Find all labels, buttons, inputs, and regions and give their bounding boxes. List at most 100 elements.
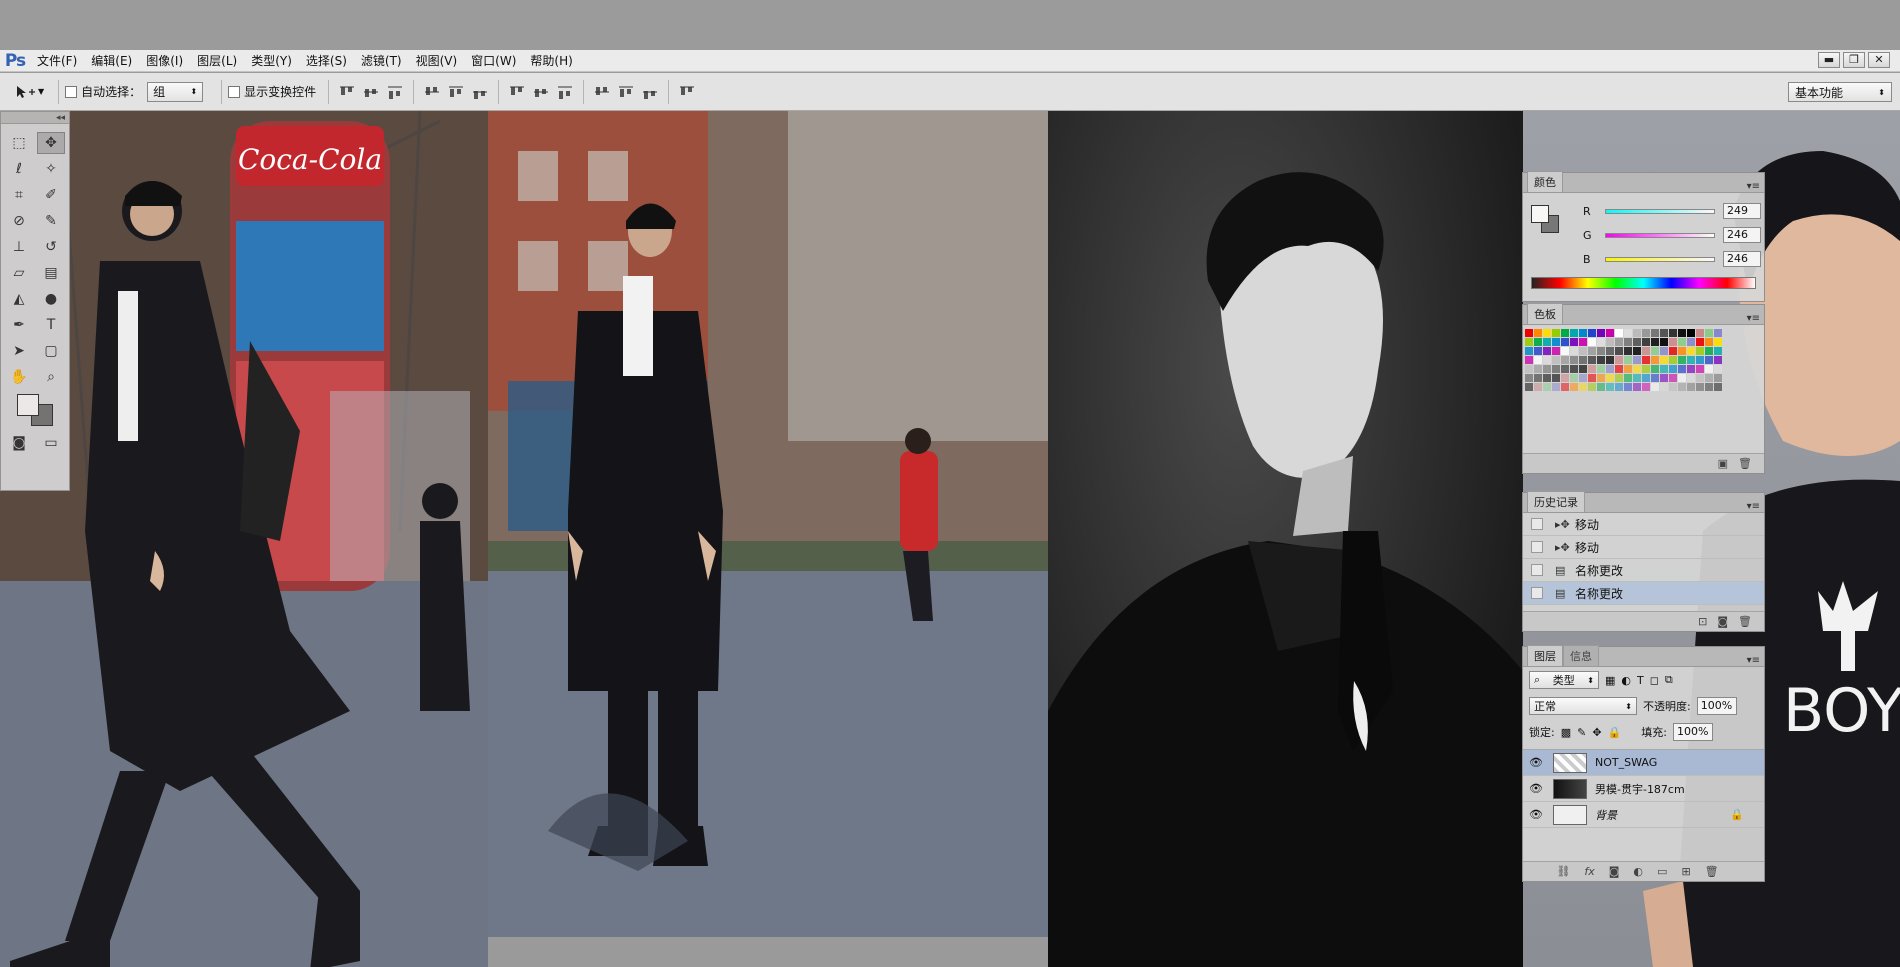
swatch[interactable] [1669, 347, 1677, 355]
swatch[interactable] [1525, 374, 1533, 382]
swatch[interactable] [1633, 356, 1641, 364]
color-spectrum-ramp[interactable] [1531, 277, 1756, 289]
swatch[interactable] [1552, 329, 1560, 337]
lasso-tool-icon[interactable]: ℓ [5, 158, 33, 180]
swatch[interactable] [1633, 374, 1641, 382]
swatch[interactable] [1633, 365, 1641, 373]
opacity-input[interactable]: 100% [1696, 697, 1737, 715]
pen-tool-icon[interactable]: ✒ [5, 314, 33, 336]
swatch[interactable] [1678, 365, 1686, 373]
swatch[interactable] [1588, 365, 1596, 373]
swatch[interactable] [1687, 374, 1695, 382]
swatch[interactable] [1624, 365, 1632, 373]
swatch[interactable] [1678, 338, 1686, 346]
align-left-edges-icon[interactable] [423, 83, 441, 101]
filter-type-icon[interactable]: T [1637, 674, 1644, 687]
swatch[interactable] [1561, 338, 1569, 346]
history-brush-source[interactable] [1531, 518, 1543, 530]
filter-pixel-icon[interactable]: ▦ [1605, 674, 1615, 687]
swatch[interactable] [1588, 338, 1596, 346]
align-horizontal-centers-icon[interactable] [447, 83, 465, 101]
panel-menu-icon[interactable]: ▾≡ [1747, 181, 1760, 192]
hand-tool-icon[interactable]: ✋ [5, 366, 33, 388]
marquee-tool-icon[interactable]: ⬚ [5, 132, 33, 154]
swatch[interactable] [1552, 347, 1560, 355]
gradient-tool-icon[interactable]: ▤ [37, 262, 65, 284]
distribute-right-icon[interactable] [641, 83, 659, 101]
swatch[interactable] [1597, 338, 1605, 346]
swatch[interactable] [1525, 365, 1533, 373]
swatch[interactable] [1624, 347, 1632, 355]
lock-all-icon[interactable]: 🔒 [1608, 726, 1622, 739]
swatch[interactable] [1597, 374, 1605, 382]
collapse-icon[interactable]: ◂◂ [56, 113, 65, 123]
menu-item[interactable]: 类型(Y) [244, 50, 299, 72]
swatch[interactable] [1525, 347, 1533, 355]
align-right-edges-icon[interactable] [471, 83, 489, 101]
layer-row[interactable]: 👁 男模-贯宇-187cm [1523, 776, 1764, 802]
tab-swatches[interactable]: 色板 [1527, 303, 1563, 324]
visibility-eye-icon[interactable]: 👁 [1527, 782, 1545, 795]
swatch[interactable] [1705, 365, 1713, 373]
swatch[interactable] [1642, 338, 1650, 346]
swatch[interactable] [1606, 329, 1614, 337]
swatch[interactable] [1696, 338, 1704, 346]
swatch[interactable] [1579, 329, 1587, 337]
swatch[interactable] [1660, 374, 1668, 382]
swatch[interactable] [1561, 383, 1569, 391]
swatch[interactable] [1669, 338, 1677, 346]
swatch[interactable] [1561, 365, 1569, 373]
align-bottom-edges-icon[interactable] [386, 83, 404, 101]
show-transform-checkbox[interactable] [228, 85, 241, 98]
swatch[interactable] [1561, 347, 1569, 355]
swatch[interactable] [1714, 329, 1722, 337]
swatch[interactable] [1579, 365, 1587, 373]
swatch[interactable] [1624, 383, 1632, 391]
menu-item[interactable]: 文件(F) [30, 50, 84, 72]
swatch[interactable] [1561, 356, 1569, 364]
swatch[interactable] [1687, 383, 1695, 391]
swatch[interactable] [1570, 374, 1578, 382]
swatch[interactable] [1705, 347, 1713, 355]
swatch[interactable] [1552, 374, 1560, 382]
foreground-color-swatch[interactable] [17, 394, 39, 416]
swatch[interactable] [1696, 374, 1704, 382]
swatch[interactable] [1543, 338, 1551, 346]
distribute-left-icon[interactable] [593, 83, 611, 101]
swatch[interactable] [1714, 383, 1722, 391]
swatch[interactable] [1615, 329, 1623, 337]
swatch[interactable] [1651, 374, 1659, 382]
screen-mode-icon[interactable]: ▭ [37, 432, 65, 454]
swatch[interactable] [1642, 365, 1650, 373]
tab-info[interactable]: 信息 [1563, 645, 1599, 666]
visibility-eye-icon[interactable]: 👁 [1527, 756, 1545, 769]
workspace-switcher[interactable]: 基本功能 ⬍ [1788, 82, 1892, 102]
layer-mask-icon[interactable]: ◙ [1609, 865, 1620, 878]
blur-tool-icon[interactable]: ◭ [5, 288, 33, 310]
swatch[interactable] [1534, 374, 1542, 382]
swatch[interactable] [1687, 365, 1695, 373]
swatch[interactable] [1651, 329, 1659, 337]
layer-filter-dropdown[interactable]: ⌕ 类型 ⬍ [1529, 671, 1599, 689]
lock-image-icon[interactable]: ✎ [1577, 726, 1586, 739]
auto-select-dropdown[interactable]: 组 ⬍ [147, 81, 204, 102]
swatch[interactable] [1696, 329, 1704, 337]
distribute-horizontal-centers-icon[interactable] [617, 83, 635, 101]
swatch[interactable] [1624, 338, 1632, 346]
swatch[interactable] [1561, 374, 1569, 382]
swatch[interactable] [1534, 356, 1542, 364]
trash-icon[interactable]: 🗑 [1705, 865, 1719, 878]
swatch[interactable] [1525, 356, 1533, 364]
restore-button[interactable]: ❐ [1843, 52, 1865, 68]
swatch[interactable] [1615, 365, 1623, 373]
swatch[interactable] [1678, 347, 1686, 355]
swatch[interactable] [1570, 338, 1578, 346]
swatch[interactable] [1651, 347, 1659, 355]
close-button[interactable]: ✕ [1868, 52, 1890, 68]
swatch[interactable] [1597, 347, 1605, 355]
swatch[interactable] [1651, 383, 1659, 391]
swatch[interactable] [1642, 347, 1650, 355]
swatch[interactable] [1624, 356, 1632, 364]
swatch[interactable] [1579, 338, 1587, 346]
swatch[interactable] [1552, 383, 1560, 391]
